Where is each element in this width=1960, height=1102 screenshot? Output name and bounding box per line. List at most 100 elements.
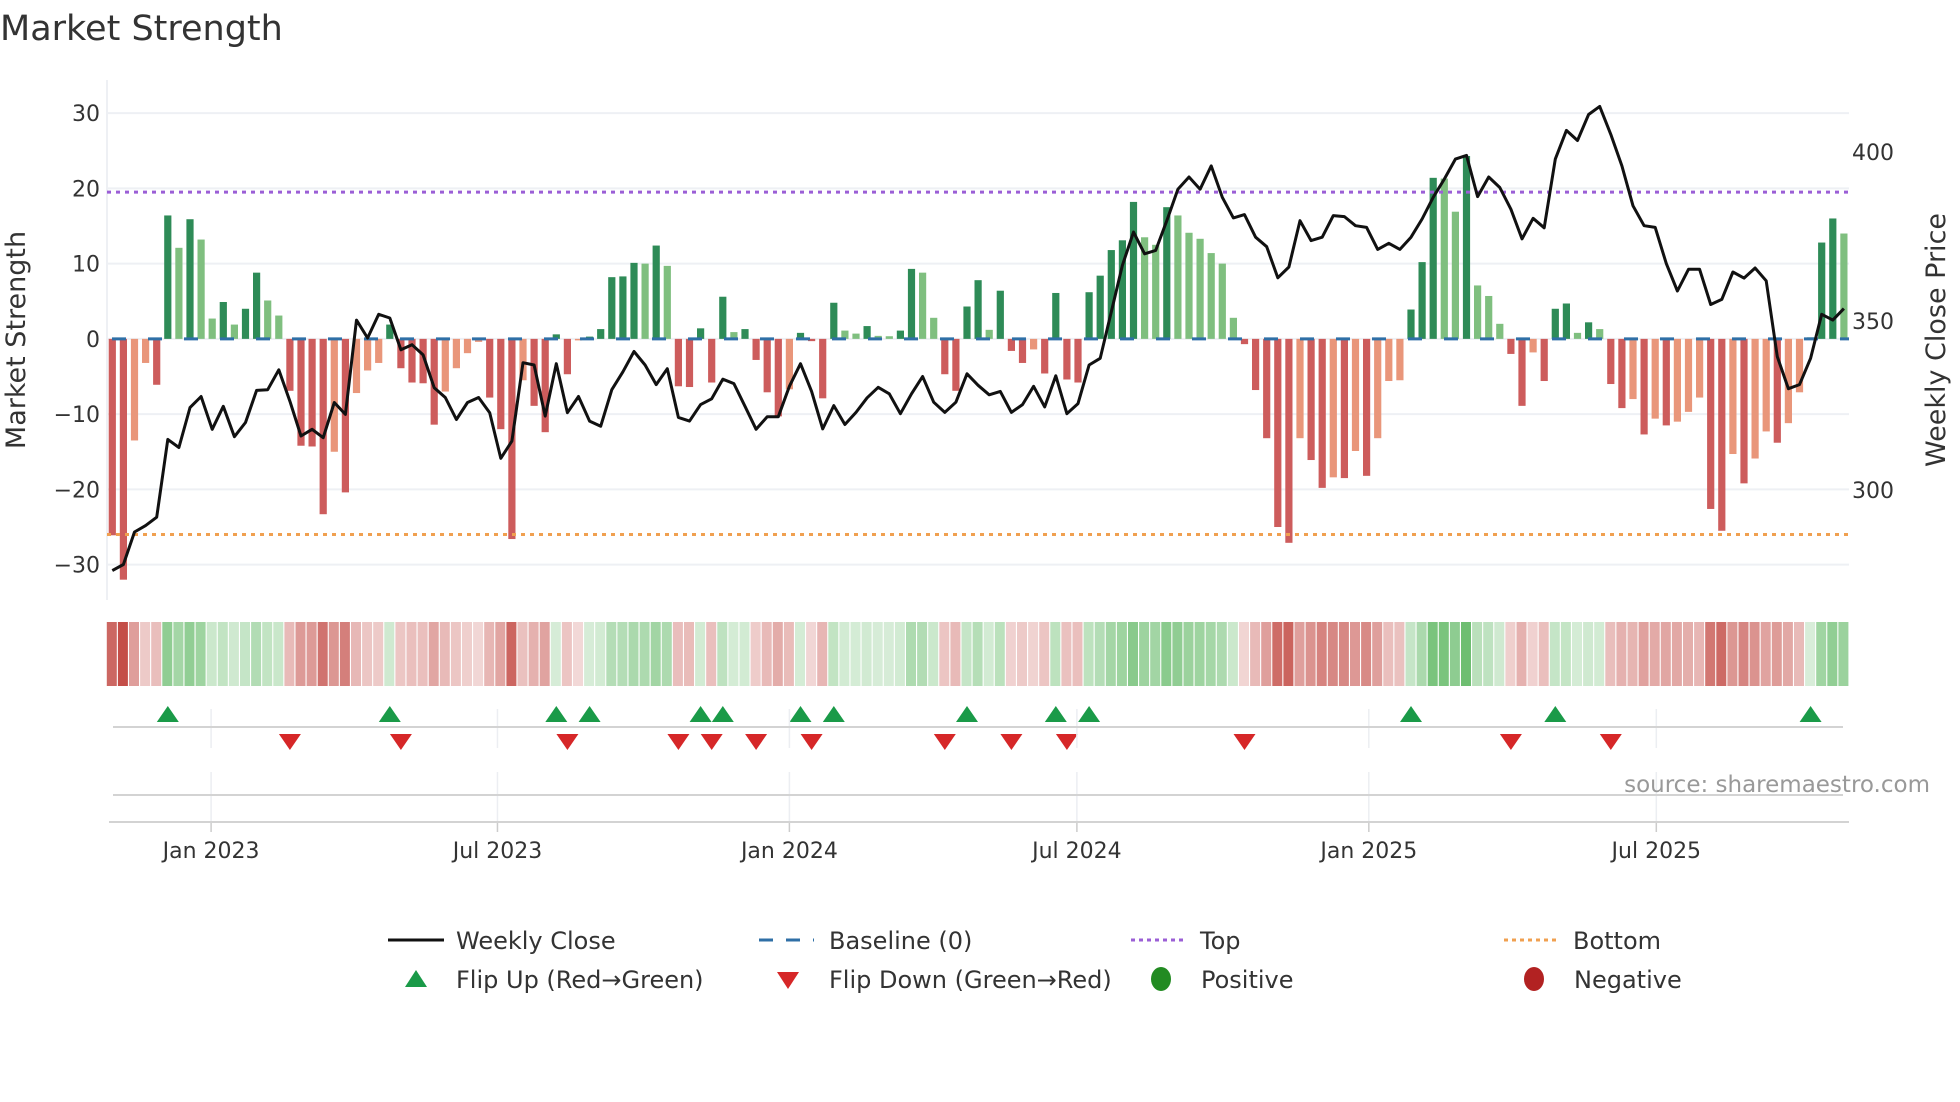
strength-bar [597, 329, 605, 339]
strip-cell [850, 622, 861, 686]
strip-cell [872, 622, 883, 686]
strip-cell [1039, 622, 1050, 686]
strip-cell [961, 622, 972, 686]
y-tick-label: −10 [54, 403, 100, 428]
strip-cell [561, 622, 572, 686]
strength-bar [1662, 338, 1670, 426]
strength-bar [1485, 295, 1493, 339]
strength-bar [1729, 338, 1737, 455]
strip-cell [761, 622, 772, 686]
flip-up-marker [711, 706, 734, 722]
x-tick-label: Jan 2025 [1318, 839, 1417, 864]
strip-cell [1771, 622, 1782, 686]
legend-item-positive: Positive [1151, 966, 1294, 994]
strength-bar [1651, 338, 1659, 419]
flip-down-marker [1233, 734, 1256, 750]
strip-cell [1461, 622, 1471, 686]
strength-bar [1607, 338, 1615, 385]
strength-bar [963, 306, 971, 339]
strip-cell [1261, 622, 1272, 686]
strip-cell [462, 622, 472, 686]
flip-up-marker [578, 706, 601, 722]
strip-cell [573, 622, 583, 686]
strip-cell [1083, 622, 1094, 686]
strip-cell [1028, 622, 1039, 686]
strip-cell [1594, 622, 1605, 686]
strength-bar [1263, 338, 1271, 439]
strength-bar [641, 263, 649, 339]
strip-cell [783, 622, 794, 686]
strip-cell [228, 622, 239, 686]
strip-cell [528, 622, 539, 686]
strength-bar [741, 329, 749, 339]
strip-cell [661, 622, 672, 686]
strip-cell [728, 622, 739, 686]
strip-cell [251, 622, 262, 686]
strip-cell [695, 622, 706, 686]
strength-bar [885, 336, 893, 339]
strip-cell [883, 622, 894, 686]
legend-label: Flip Down (Green→Red) [829, 966, 1112, 994]
strength-bar [896, 330, 904, 339]
strip-cell [1671, 622, 1682, 686]
flip-up-marker [545, 706, 568, 722]
strip-cell [1527, 622, 1538, 686]
legend-label: Flip Up (Red→Green) [456, 966, 704, 994]
strip-cell [550, 622, 561, 686]
strength-bar [1718, 338, 1726, 531]
strip-cell [1239, 622, 1249, 686]
strip-cell [362, 622, 373, 686]
strip-cell [1638, 622, 1649, 686]
flip-up-marker [1544, 706, 1567, 722]
legend-item-flip-down: Flip Down (Green→Red) [777, 966, 1112, 994]
strength-bar [1063, 338, 1071, 380]
legend-label: Baseline (0) [829, 927, 972, 955]
strip-cell [828, 622, 839, 686]
strip-cell [972, 622, 983, 686]
flip-down-marker [1000, 734, 1023, 750]
legend-item-negative: Negative [1524, 966, 1682, 994]
legend-label: Positive [1201, 966, 1294, 994]
x-tick-labels: Jan 2023 Jul 2023 Jan 2024 Jul 2024 Jan … [161, 839, 1701, 864]
strip-cell [994, 622, 1005, 686]
strength-bar [1052, 292, 1060, 339]
strength-bar [1840, 233, 1848, 339]
strip-cell [1438, 622, 1449, 686]
flip-up-marker [1799, 706, 1822, 722]
strip-cell [772, 622, 783, 686]
strength-bar [919, 272, 927, 339]
strength-bar [497, 338, 505, 430]
y-tick-label: −20 [54, 478, 100, 503]
strength-bar [1529, 338, 1537, 353]
strength-bar [1740, 338, 1748, 484]
strength-bar [1318, 338, 1326, 488]
strip-cell [1128, 622, 1138, 686]
strength-bar [1252, 338, 1260, 391]
x-axis [109, 709, 1849, 832]
strength-bar [1418, 262, 1426, 339]
strength-bar [1196, 238, 1204, 339]
strength-bar [1085, 292, 1093, 339]
strip-cell [1116, 622, 1127, 686]
source-label: source: sharemaestro.com [1624, 772, 1930, 798]
strip-cell [706, 622, 717, 686]
strip-cell [672, 622, 683, 686]
y-tick-label: 10 [72, 253, 100, 278]
strip-cell [1483, 622, 1494, 686]
strip-cell [129, 622, 139, 686]
legend-item-top: Top [1131, 927, 1241, 955]
strip-cell [273, 622, 284, 686]
flip-down-marker [933, 734, 956, 750]
strip-cell [1572, 622, 1582, 686]
strip-cell [906, 622, 916, 686]
strip-cell [1072, 622, 1083, 686]
flip-down-marker [745, 734, 768, 750]
strip-cell [217, 622, 228, 686]
y-tick-label: −30 [54, 554, 100, 579]
strength-heat-strip [106, 622, 1849, 686]
legend-item-flip-up: Flip Up (Red→Green) [405, 966, 704, 994]
strength-bar [1285, 338, 1293, 543]
strength-bars [108, 156, 1848, 580]
y-tick-label: 20 [72, 177, 100, 202]
strip-cell [1605, 622, 1616, 686]
